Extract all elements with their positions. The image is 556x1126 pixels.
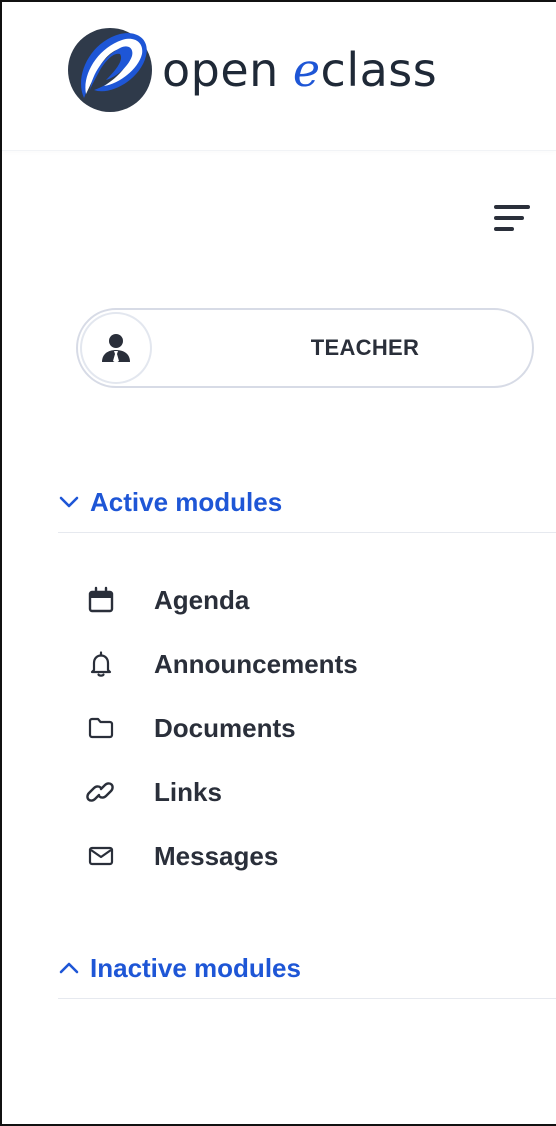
chevron-up-icon	[59, 962, 79, 974]
envelope-icon	[86, 841, 116, 871]
brand-name-prefix: open	[162, 43, 279, 97]
user-tie-icon	[102, 334, 130, 363]
module-item-agenda[interactable]: Agenda	[86, 578, 506, 622]
brand-name-accent: e	[292, 43, 321, 97]
divider	[58, 532, 556, 533]
divider	[58, 998, 556, 999]
chevron-down-icon	[59, 496, 79, 508]
module-label: Agenda	[154, 584, 250, 615]
hamburger-icon	[494, 205, 530, 209]
hamburger-icon	[494, 216, 524, 220]
brand-name-suffix: class	[320, 43, 438, 97]
module-item-announcements[interactable]: Announcements	[86, 642, 506, 686]
module-item-links[interactable]: Links	[86, 770, 506, 814]
bell-icon	[86, 649, 116, 679]
link-icon	[86, 777, 116, 807]
inactive-modules-title: Inactive modules	[90, 952, 301, 983]
hamburger-icon	[494, 227, 514, 231]
role-switch-button[interactable]: TEACHER	[76, 308, 534, 388]
brand-name: open e class	[162, 47, 437, 93]
module-item-documents[interactable]: Documents	[86, 706, 506, 750]
eclass-logo-icon	[68, 28, 152, 112]
module-label: Links	[154, 776, 222, 807]
module-label: Documents	[154, 712, 296, 743]
role-label: TEACHER	[310, 335, 420, 360]
module-label: Announcements	[154, 648, 358, 679]
folder-icon	[86, 713, 116, 743]
module-label: Messages	[154, 840, 279, 871]
inactive-modules-toggle[interactable]: Inactive modules	[58, 951, 556, 985]
sidebar-panel: open e class TEACHER Active modules Agen…	[0, 0, 556, 1126]
header: open e class	[2, 2, 556, 151]
module-item-messages[interactable]: Messages	[86, 834, 506, 878]
menu-toggle-button[interactable]	[494, 203, 530, 235]
active-modules-toggle[interactable]: Active modules	[58, 485, 556, 519]
avatar	[82, 314, 150, 382]
brand-logo[interactable]: open e class	[64, 24, 437, 116]
calendar-icon	[86, 585, 116, 615]
active-modules-title: Active modules	[90, 486, 283, 517]
